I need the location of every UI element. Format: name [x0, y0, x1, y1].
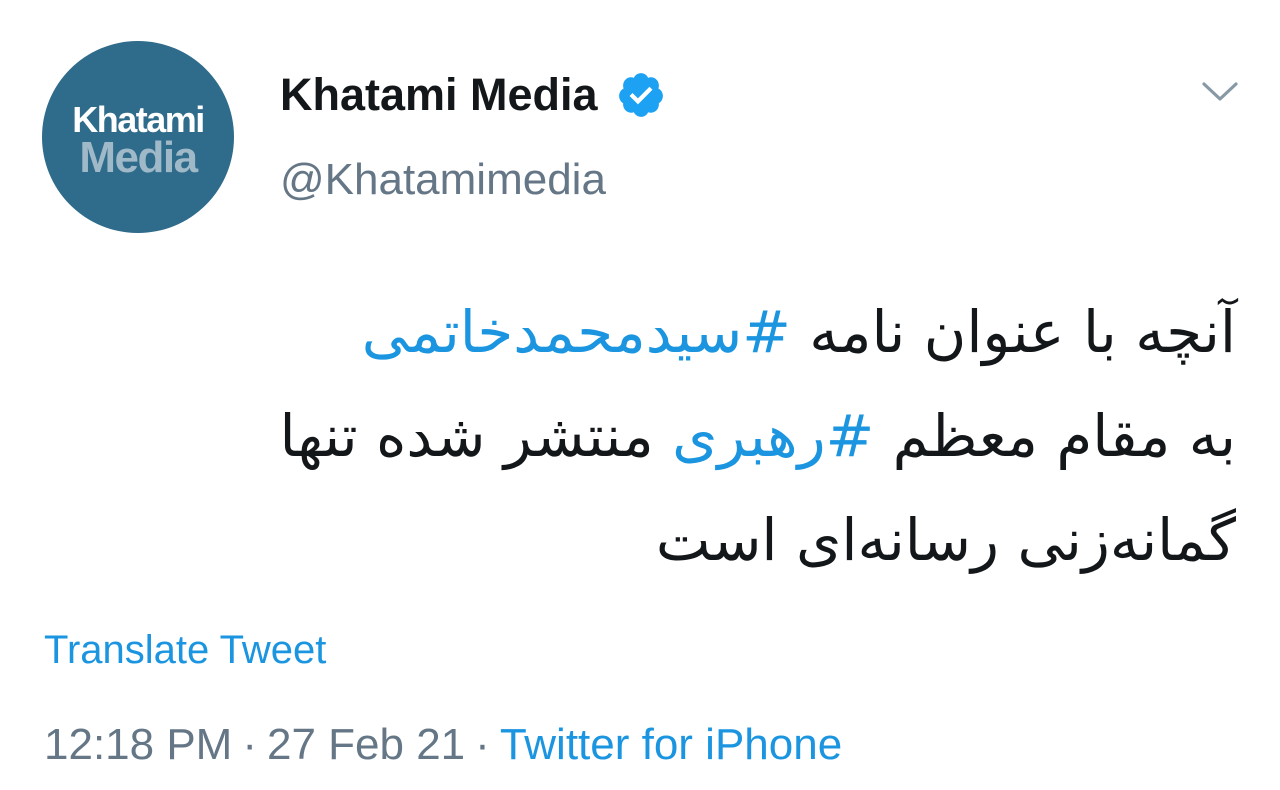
tweet-time[interactable]: 12:18 PM: [44, 720, 232, 769]
author-handle[interactable]: @Khatamimedia: [280, 155, 606, 205]
meta-separator: ·: [242, 720, 257, 769]
tweet-date[interactable]: 27 Feb 21: [267, 720, 465, 769]
tweet-text-segment: منتشر شده تنها: [279, 402, 673, 470]
tweet-meta: 12:18 PM · 27 Feb 21 · Twitter for iPhone: [44, 720, 842, 770]
avatar[interactable]: Khatami Media: [42, 41, 234, 233]
hashtag-link[interactable]: #رهبری: [672, 402, 874, 470]
avatar-logo-line2: Media: [79, 133, 198, 182]
tweet-line-3: گمانه‌زنی رسانه‌ای است: [136, 488, 1236, 592]
tweet-source-link[interactable]: Twitter for iPhone: [500, 720, 842, 769]
author-name-row: Khatami Media: [280, 64, 666, 126]
chevron-down-icon: [1200, 80, 1240, 109]
tweet-text-segment: گمانه‌زنی رسانه‌ای است: [655, 506, 1236, 574]
tweet-text: آنچه با عنوان نامه #سیدمحمدخاتمی به مقام…: [136, 280, 1236, 592]
tweet-line-1: آنچه با عنوان نامه #سیدمحمدخاتمی: [136, 280, 1236, 384]
meta-separator: ·: [475, 720, 490, 769]
hashtag-link[interactable]: #سیدمحمدخاتمی: [362, 298, 791, 366]
tweet-text-segment: آنچه با عنوان نامه: [790, 298, 1236, 366]
tweet-options-button[interactable]: [1196, 74, 1244, 114]
verified-badge-icon: [616, 70, 666, 120]
tweet-line-2: به مقام معظم #رهبری منتشر شده تنها: [136, 384, 1236, 488]
display-name[interactable]: Khatami Media: [280, 69, 598, 121]
translate-tweet-link[interactable]: Translate Tweet: [44, 628, 326, 673]
tweet-text-segment: به مقام معظم: [874, 402, 1236, 470]
